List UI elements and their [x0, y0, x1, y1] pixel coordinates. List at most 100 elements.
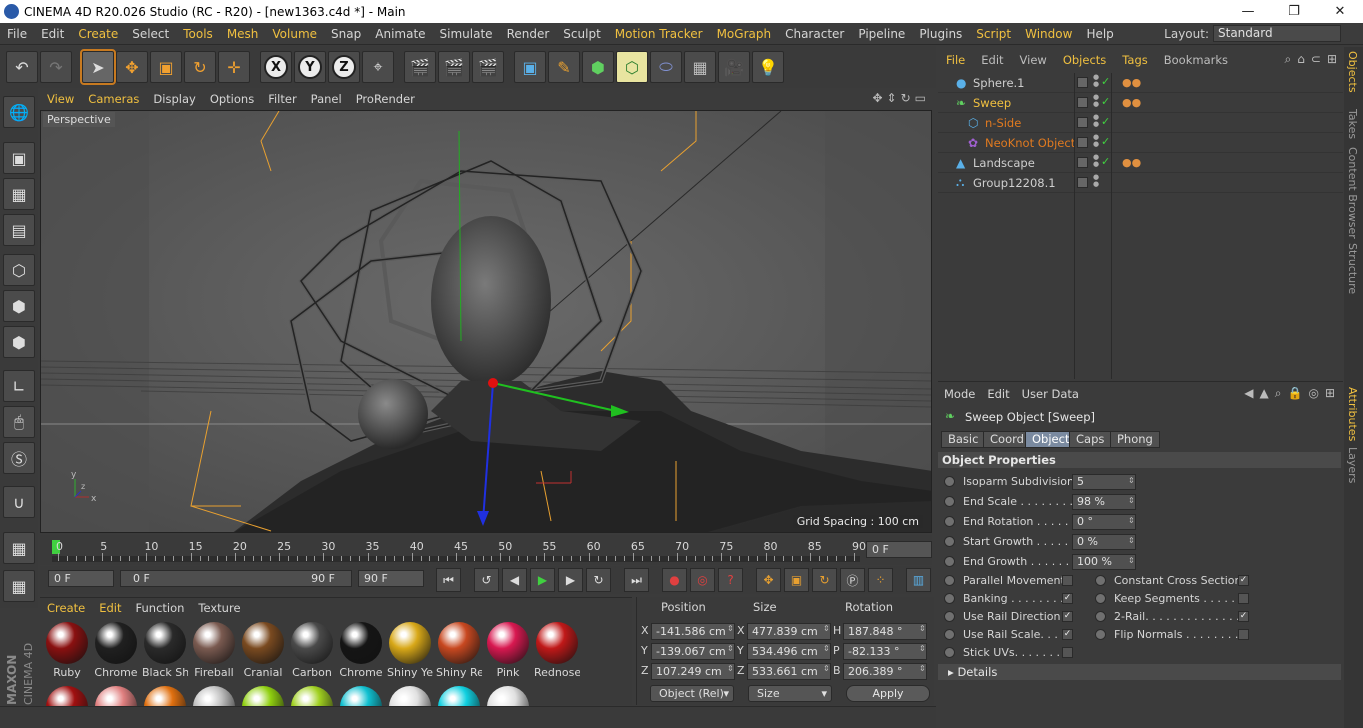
settings-icon[interactable]: ◎ — [1308, 386, 1318, 401]
details-section[interactable]: ▸ Details — [938, 664, 1341, 680]
attribute-value-field[interactable]: 100 % — [1072, 554, 1136, 570]
maximize-button[interactable]: ❐ — [1271, 0, 1317, 23]
tweak-mode-icon[interactable]: 🖱 — [3, 406, 35, 438]
stepper-arrows-icon[interactable]: ⇕ — [919, 664, 926, 673]
visibility-dots-icon[interactable]: ● ● — [1093, 74, 1099, 88]
stepper-arrows-icon[interactable]: ⇕ — [1128, 516, 1135, 525]
animate-dot-icon[interactable] — [944, 647, 955, 658]
checkbox[interactable]: ✓ — [1062, 593, 1073, 604]
attribute-value-field[interactable]: 5 — [1072, 474, 1136, 490]
menu-plugins[interactable]: Plugins — [912, 27, 969, 41]
minimize-button[interactable]: — — [1225, 0, 1271, 23]
attribute-value-field[interactable]: 98 % — [1072, 494, 1136, 510]
coord-rot-field[interactable]: 206.389 ° — [843, 663, 927, 680]
enabled-check-icon[interactable]: ✓ — [1101, 75, 1110, 88]
material-swatch[interactable]: Pink — [485, 620, 531, 680]
material-swatch[interactable]: Shiny Ye — [387, 620, 433, 680]
coord-pos-field[interactable]: -139.067 cm — [651, 643, 735, 660]
menu-file[interactable]: File — [0, 27, 34, 41]
select-arrow-icon[interactable]: ➤ — [80, 49, 116, 85]
stepper-arrows-icon[interactable]: ⇕ — [823, 644, 830, 653]
visibility-dots-icon[interactable]: ● ● — [1093, 94, 1099, 108]
side-tab-objects[interactable]: Objects — [1346, 51, 1359, 93]
attribute-value-field[interactable]: 0 ° — [1072, 514, 1136, 530]
polygons-mode-icon[interactable]: ⬢ — [3, 326, 35, 358]
pan-icon[interactable]: ✥ — [872, 91, 882, 105]
next-frame-icon[interactable]: ▶ — [558, 568, 583, 592]
material-swatch[interactable]: Chrome — [93, 620, 139, 680]
stepper-arrows-icon[interactable]: ⇕ — [823, 664, 830, 673]
play-icon[interactable]: ▶ — [530, 568, 555, 592]
material-swatch[interactable]: Chrome — [338, 620, 384, 680]
rotate-icon[interactable]: ↻ — [184, 51, 216, 83]
z-axis-lock-button[interactable]: Z — [328, 51, 360, 83]
tab-caps[interactable]: Caps — [1069, 431, 1112, 448]
stepper-arrows-icon[interactable]: ⇕ — [727, 644, 734, 653]
checkbox[interactable] — [1062, 647, 1073, 658]
snap-icon[interactable]: Ⓢ — [3, 442, 35, 474]
material-swatch[interactable] — [338, 684, 384, 706]
object-menu-tags[interactable]: Tags — [1114, 53, 1155, 67]
floor-scene-icon[interactable]: ▦ — [684, 51, 716, 83]
layer-icon[interactable] — [1077, 177, 1088, 188]
animate-dot-icon[interactable] — [944, 516, 955, 527]
timeline-ruler[interactable]: 0 5 10 15 20 25 30 35 40 45 50 55 60 65 70 75 80 85 90 — [50, 540, 866, 562]
record-rotation-icon[interactable]: ↻ — [812, 568, 837, 592]
light-icon[interactable]: 💡 — [752, 51, 784, 83]
orbit-icon[interactable]: ↻ — [901, 91, 911, 105]
frame-range-slider[interactable]: 0 F 90 F — [120, 570, 352, 587]
zoom-icon[interactable]: ⇕ — [887, 91, 897, 105]
close-button[interactable]: ✕ — [1317, 0, 1363, 23]
render-picture-viewer-icon[interactable]: 🎬 — [438, 51, 470, 83]
start-frame-field[interactable]: 0 F — [48, 570, 114, 587]
animate-dot-icon[interactable] — [1095, 593, 1106, 604]
viewport-menu-options[interactable]: Options — [203, 92, 261, 106]
side-tab-layers[interactable]: Layers — [1346, 447, 1359, 483]
material-swatch[interactable]: Shiny Re — [436, 620, 482, 680]
animate-dot-icon[interactable] — [1095, 611, 1106, 622]
object-row[interactable]: ⛬ Group12208.1 ● ● — [938, 173, 1343, 193]
checkbox[interactable] — [1238, 593, 1249, 604]
menu-animate[interactable]: Animate — [368, 27, 432, 41]
material-menu-texture[interactable]: Texture — [191, 601, 247, 615]
animate-dot-icon[interactable] — [944, 575, 955, 586]
coord-rot-field[interactable]: -82.133 ° — [843, 643, 927, 660]
menu-window[interactable]: Window — [1018, 27, 1079, 41]
camera-icon[interactable]: 🎥 — [718, 51, 750, 83]
stepper-arrows-icon[interactable]: ⇕ — [1128, 536, 1135, 545]
animate-dot-icon[interactable] — [1095, 575, 1106, 586]
object-axis-handle[interactable] — [488, 378, 498, 388]
attribute-menu-mode[interactable]: Mode — [938, 387, 981, 401]
new-panel-icon[interactable]: ⊞ — [1325, 386, 1335, 401]
animate-dot-icon[interactable] — [944, 496, 955, 507]
go-to-start-icon[interactable]: ⏮ — [436, 568, 461, 592]
menu-sculpt[interactable]: Sculpt — [556, 27, 607, 41]
x-axis-lock-button[interactable]: X — [260, 51, 292, 83]
visibility-dots-icon[interactable]: ● ● — [1093, 154, 1099, 168]
prev-frame-icon[interactable]: ◀ — [502, 568, 527, 592]
object-row[interactable]: ▲ Landscape ● ● ✓ ●● — [938, 153, 1343, 173]
magnet-icon[interactable]: ∪ — [3, 486, 35, 518]
viewport-menu-filter[interactable]: Filter — [261, 92, 303, 106]
enabled-check-icon[interactable]: ✓ — [1101, 155, 1110, 168]
material-swatch[interactable] — [436, 684, 482, 706]
object-row[interactable]: ⬡ n-Side ● ● ✓ — [938, 113, 1343, 133]
model-mode-icon[interactable]: ▣ — [3, 142, 35, 174]
menu-render[interactable]: Render — [500, 27, 557, 41]
home-icon[interactable]: ⌂ — [1297, 52, 1305, 67]
tab-basic[interactable]: Basic — [941, 431, 986, 448]
material-swatch[interactable]: Rednose — [534, 620, 580, 680]
animate-dot-icon[interactable] — [944, 476, 955, 487]
search-icon[interactable]: ⌕ — [1275, 386, 1282, 401]
animate-dot-icon[interactable] — [944, 536, 955, 547]
coord-size-field[interactable]: 477.839 cm — [747, 623, 831, 640]
material-swatch[interactable]: Carbon — [289, 620, 335, 680]
next-key-icon[interactable]: ↻ — [586, 568, 611, 592]
apply-button[interactable]: Apply — [846, 685, 930, 702]
workplane-icon[interactable]: ▤ — [3, 214, 35, 246]
menu-select[interactable]: Select — [125, 27, 176, 41]
object-menu-bookmarks[interactable]: Bookmarks — [1156, 53, 1236, 67]
keyframe-selection-icon[interactable]: ? — [718, 568, 743, 592]
scale-icon[interactable]: ▣ — [150, 51, 182, 83]
search-icon[interactable]: ⌕ — [1285, 52, 1292, 67]
